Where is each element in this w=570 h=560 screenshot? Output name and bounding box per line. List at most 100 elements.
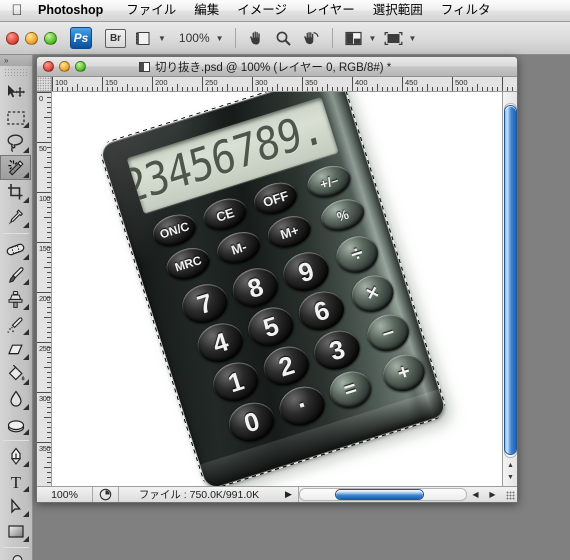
screen-mode-chevron-down-icon[interactable]: ▼ [408,34,416,43]
tool-expand-triangle-icon[interactable] [23,461,29,467]
menu-bar:  Photoshop ファイル 編集 イメージ レイヤー 選択範囲 フィルタ [0,0,570,22]
tool-expand-triangle-icon[interactable] [23,536,29,542]
eraser-tool[interactable] [0,337,31,362]
window-resize-grip[interactable] [501,487,517,502]
menu-item-file[interactable]: ファイル [117,0,185,21]
scroll-right-arrow-icon[interactable]: ▶ [484,487,501,502]
status-file-info: ファイル : 750.0K/991.0K [138,489,260,501]
blur-tool[interactable] [0,387,31,412]
menu-item-image[interactable]: イメージ [228,0,296,21]
calculator-key: MRC [162,242,214,285]
document-title-bar[interactable]: 切り抜き.psd @ 100% (レイヤー 0, RGB/8#) * [37,57,517,77]
document-minimize-button[interactable] [59,61,70,72]
menu-item-edit[interactable]: 編集 [185,0,228,21]
scroll-down-arrow-icon[interactable]: ▼ [505,472,516,483]
arrange-documents-chevron-down-icon[interactable]: ▼ [369,34,377,43]
calculator-key: – [362,309,414,357]
status-zoom-value[interactable]: 100% [37,487,93,502]
ruler-origin-corner[interactable] [37,77,52,92]
shape-tool[interactable] [0,519,31,544]
eyedropper-tool[interactable] [0,205,31,230]
calculator-key: 1 [208,356,264,407]
type-tool[interactable]: T [0,469,31,494]
crop-tool[interactable] [0,180,31,205]
scroll-left-arrow-icon[interactable]: ◀ [467,487,484,502]
timing-icon [93,487,119,502]
ruler-label: 350 [39,444,51,453]
tool-expand-triangle-icon[interactable] [23,404,29,410]
move-tool[interactable] [0,80,31,105]
zoom-button[interactable] [44,31,57,45]
tool-expand-triangle-icon[interactable] [23,222,29,228]
tool-expand-triangle-icon[interactable] [23,279,29,285]
tool-expand-triangle-icon[interactable] [23,147,29,153]
tool-expand-triangle-icon[interactable] [23,197,29,203]
apple-logo-icon[interactable]:  [6,0,28,22]
collapse-panel-button[interactable]: » [0,55,32,66]
calculator-key: % [317,194,369,236]
palette-drag-handle[interactable] [4,68,28,78]
document-zoom-button[interactable] [75,61,86,72]
tool-expand-triangle-icon[interactable] [23,511,29,517]
ruler-label: 50 [39,144,47,153]
brush-tool[interactable] [0,262,31,287]
ruler-label: 300 [39,394,51,403]
canvas-vertical-scrollbar[interactable]: ▲ ▼ [502,92,517,488]
pen-tool[interactable] [0,444,31,469]
vertical-ruler[interactable]: 0 50 100 150 200 250 300 350 [37,92,52,488]
history-brush-tool[interactable] [0,312,31,337]
menu-item-photoshop[interactable]: Photoshop [32,0,117,21]
bridge-icon[interactable]: Br [105,28,126,48]
rotate-view-tool-icon[interactable] [301,27,321,49]
screen-mode-icon[interactable] [383,27,403,49]
image-canvas[interactable]: 123456789. ON/C CE OFF +/– MRC M- M+% 7 8 9 ÷ 4 5 6 × 1… [52,92,503,488]
tool-expand-triangle-icon[interactable] [23,122,29,128]
tool-expand-triangle-icon[interactable] [23,172,29,178]
document-proxy-icon[interactable] [139,61,150,72]
tool-expand-triangle-icon[interactable] [23,379,29,385]
3d-rotate-tool[interactable] [0,551,31,560]
calculator-key: OFF [250,177,302,220]
view-extras-chevron-down-icon[interactable]: ▼ [158,34,166,43]
menu-item-select[interactable]: 選択範囲 [364,0,432,21]
tool-expand-triangle-icon[interactable] [23,254,29,260]
tool-expand-triangle-icon[interactable] [23,354,29,360]
view-extras-icon[interactable] [133,27,153,49]
tool-expand-triangle-icon[interactable] [23,486,29,492]
rectangular-marquee-tool[interactable] [0,105,31,130]
path-selection-tool[interactable] [0,494,31,519]
dodge-tool[interactable] [0,412,31,437]
tool-expand-triangle-icon[interactable] [23,304,29,310]
zoom-level-chevron-down-icon[interactable]: ▼ [216,34,224,43]
horizontal-ruler[interactable]: 100 150 200 250 300 350 400 450 500 [52,77,517,92]
photoshop-window:  Photoshop ファイル 編集 イメージ レイヤー 選択範囲 フィルタ … [0,0,570,560]
hand-tool-icon[interactable] [247,27,267,49]
magic-wand-tool[interactable] [0,155,31,180]
horizontal-scroll-thumb[interactable] [335,490,424,499]
zoom-tool-icon[interactable] [274,27,294,49]
tool-expand-triangle-icon[interactable] [23,429,29,435]
menu-item-filter[interactable]: フィルタ [432,0,500,21]
calculator-key: 3 [309,324,365,376]
calculator-key: M+ [263,210,315,253]
menu-item-layer[interactable]: レイヤー [296,0,364,21]
horizontal-scroll-track[interactable] [299,488,467,501]
tool-expand-triangle-icon[interactable] [23,329,29,335]
clone-stamp-tool[interactable] [0,287,31,312]
calculator-key: 9 [278,246,334,297]
calculator-key: = [325,366,377,414]
close-button[interactable] [6,31,19,45]
minimize-button[interactable] [25,31,38,45]
vertical-scroll-thumb[interactable] [505,106,516,454]
paint-bucket-tool[interactable] [0,362,31,387]
healing-brush-tool[interactable] [0,237,31,262]
arrange-documents-icon[interactable] [344,27,364,49]
ruler-label: 200 [39,294,51,303]
calculator-key: 4 [192,317,249,368]
lasso-tool[interactable] [0,130,31,155]
status-menu-arrow-icon[interactable]: ▶ [279,487,299,502]
document-close-button[interactable] [43,61,54,72]
ruler-label: 100 [55,78,68,87]
photoshop-home-icon[interactable]: Ps [70,27,92,49]
scroll-up-arrow-icon[interactable]: ▲ [505,460,516,471]
